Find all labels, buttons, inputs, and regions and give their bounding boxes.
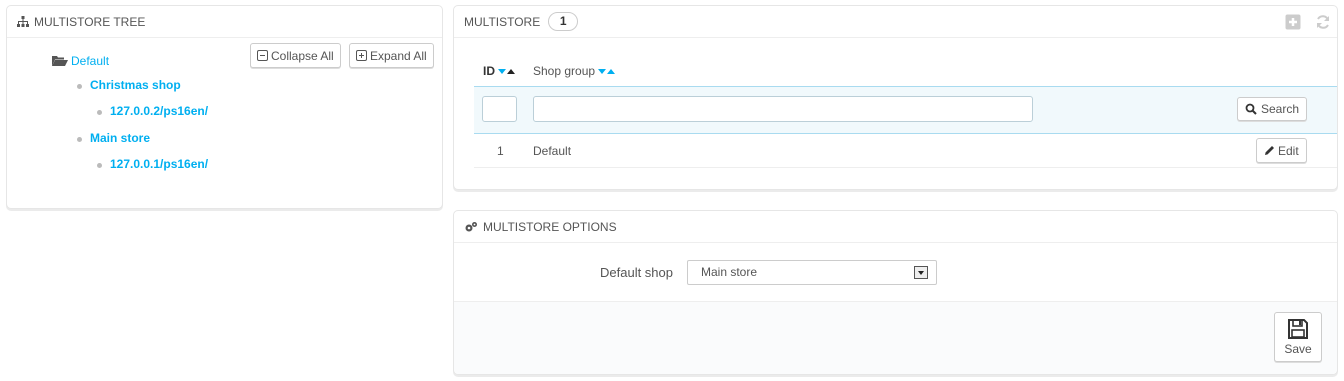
save-label: Save [1284, 342, 1312, 356]
search-button[interactable]: Search [1237, 97, 1308, 121]
sort-arrows[interactable] [598, 68, 616, 74]
tree-group-default[interactable]: Default [71, 54, 109, 68]
sort-arrows[interactable] [498, 68, 515, 74]
multistore-options-panel: MULTISTORE OPTIONS Default shop Main sto… [453, 210, 1338, 375]
multistore-list-panel: MULTISTORE 1 ID Shop group Search 1 Defa… [453, 5, 1338, 190]
edit-label: Edit [1278, 143, 1299, 158]
tree-panel-title: MULTISTORE TREE [34, 14, 146, 29]
expand-all-button[interactable]: Expand All [349, 43, 434, 68]
tree-bullet [77, 137, 82, 142]
multistore-tree-panel: MULTISTORE TREE Collapse All Expand All … [6, 5, 443, 209]
options-panel-heading: MULTISTORE OPTIONS [454, 211, 1337, 243]
count-badge: 1 [548, 12, 579, 31]
filter-row: Search [474, 86, 1337, 134]
tree-bullet [77, 84, 82, 89]
chevron-down-icon[interactable] [914, 266, 928, 279]
search-label: Search [1261, 102, 1300, 116]
sort-desc-icon[interactable] [598, 68, 607, 74]
collapse-all-label: Collapse All [271, 48, 334, 63]
default-shop-label: Default shop [600, 265, 673, 280]
default-shop-value: Main store [701, 265, 758, 279]
sort-desc-icon[interactable] [498, 68, 506, 74]
pencil-icon [1264, 145, 1275, 156]
default-shop-select[interactable]: Main store [687, 260, 937, 285]
column-shop-group-label: Shop group [533, 64, 596, 78]
tree-bullet [97, 163, 102, 168]
row-shop-group: Default [533, 144, 572, 158]
tree-panel-heading: MULTISTORE TREE [7, 6, 442, 38]
cogs-icon [464, 221, 478, 233]
sitemap-icon [17, 16, 29, 27]
collapse-all-button[interactable]: Collapse All [250, 43, 341, 68]
column-id-label: ID [483, 64, 495, 78]
search-icon [1245, 103, 1257, 115]
tree-bullet [97, 110, 102, 115]
expand-icon [356, 50, 367, 61]
add-icon[interactable] [1285, 14, 1301, 30]
row-id: 1 [497, 144, 504, 158]
floppy-disk-icon [1287, 318, 1309, 340]
collapse-icon [257, 50, 268, 61]
options-panel-title: MULTISTORE OPTIONS [483, 219, 617, 234]
tree-url-christmas[interactable]: 127.0.0.2/ps16en/ [110, 104, 208, 118]
sort-asc-icon[interactable] [507, 68, 515, 74]
tree-url-main[interactable]: 127.0.0.1/ps16en/ [110, 157, 208, 171]
folder-open-icon [52, 55, 68, 70]
column-header-shop-group[interactable]: Shop group [533, 64, 616, 78]
save-button[interactable]: Save [1274, 312, 1322, 362]
filter-id-input[interactable] [482, 96, 517, 122]
refresh-icon[interactable] [1315, 14, 1331, 30]
expand-all-label: Expand All [370, 48, 427, 63]
table-row[interactable]: 1 Default Edit [474, 134, 1337, 168]
options-panel-footer: Save [454, 301, 1337, 374]
sort-asc-icon[interactable] [607, 68, 616, 74]
tree-shop-christmas[interactable]: Christmas shop [90, 78, 181, 92]
column-header-id[interactable]: ID [483, 64, 515, 78]
list-panel-title: MULTISTORE [464, 14, 541, 29]
list-panel-heading: MULTISTORE 1 [454, 6, 1337, 38]
tree-shop-main[interactable]: Main store [90, 131, 150, 145]
filter-shop-group-input[interactable] [533, 96, 1033, 122]
edit-button[interactable]: Edit [1256, 138, 1307, 163]
